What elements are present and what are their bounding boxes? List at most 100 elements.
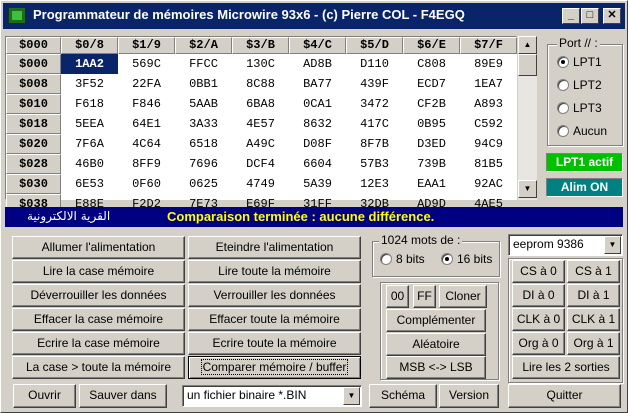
- write-cell-button[interactable]: Ecrire la case mémoire: [12, 332, 185, 355]
- word-size-radio-16-bits[interactable]: 16 bits: [441, 252, 492, 266]
- memory-cell[interactable]: 739B: [403, 154, 460, 174]
- random-button[interactable]: Aléatoire: [386, 333, 486, 356]
- memory-cell[interactable]: 8632: [289, 114, 346, 134]
- memory-cell[interactable]: 12E3: [346, 174, 403, 194]
- memory-cell[interactable]: 89E9: [460, 54, 517, 74]
- clone-button[interactable]: Cloner: [439, 285, 487, 308]
- close-button[interactable]: ✕: [603, 8, 621, 24]
- memory-cell[interactable]: ECD7: [403, 74, 460, 94]
- compare-buffer-button[interactable]: Comparer mémoire / buffer: [188, 356, 361, 379]
- memory-cell[interactable]: A893: [460, 94, 517, 114]
- port-radio-aucun[interactable]: Aucun: [557, 124, 607, 138]
- power-on-button[interactable]: Allumer l'alimentation: [12, 236, 185, 259]
- memory-cell[interactable]: A49C: [232, 134, 289, 154]
- scroll-up-icon[interactable]: ▲: [518, 36, 537, 54]
- write-all-button[interactable]: Ecrire toute la mémoire: [188, 332, 361, 355]
- memory-cell[interactable]: 5AAB: [175, 94, 232, 114]
- memory-cell[interactable]: 6BA8: [232, 94, 289, 114]
- memory-cell[interactable]: 92AC: [460, 174, 517, 194]
- memory-cell[interactable]: 6E53: [61, 174, 118, 194]
- pin-button[interactable]: CLK à 1: [567, 308, 620, 331]
- memory-cell[interactable]: 7F6A: [61, 134, 118, 154]
- memory-cell[interactable]: F846: [118, 94, 175, 114]
- word-size-radio-8-bits[interactable]: 8 bits: [380, 252, 425, 266]
- pin-button[interactable]: CS à 0: [512, 260, 565, 283]
- memory-cell[interactable]: 64E1: [118, 114, 175, 134]
- memory-cell[interactable]: D3ED: [403, 134, 460, 154]
- memory-cell[interactable]: D08F: [289, 134, 346, 154]
- memory-cell[interactable]: 0625: [175, 174, 232, 194]
- lock-data-button[interactable]: Verrouiller les données: [188, 284, 361, 307]
- memory-cell[interactable]: 46B0: [61, 154, 118, 174]
- memory-cell[interactable]: 1EA7: [460, 74, 517, 94]
- pin-button[interactable]: CS à 1: [567, 260, 620, 283]
- memory-cell[interactable]: 3A33: [175, 114, 232, 134]
- msb-lsb-button[interactable]: MSB <-> LSB: [386, 356, 486, 379]
- memory-cell[interactable]: 0B95: [403, 114, 460, 134]
- unlock-data-button[interactable]: Déverrouiller les données: [12, 284, 185, 307]
- version-button[interactable]: Version: [439, 384, 499, 408]
- power-off-button[interactable]: Eteindre l'alimentation: [188, 236, 361, 259]
- memory-cell[interactable]: F618: [61, 94, 118, 114]
- memory-cell[interactable]: 4C64: [118, 134, 175, 154]
- cell-to-all-button[interactable]: La case > toute la mémoire: [12, 356, 185, 379]
- save-in-button[interactable]: Sauver dans: [79, 384, 167, 408]
- memory-cell[interactable]: 1AA2: [61, 54, 118, 74]
- quit-button[interactable]: Quitter: [508, 384, 621, 408]
- memory-cell[interactable]: 57B3: [346, 154, 403, 174]
- pin-button[interactable]: DI à 1: [567, 284, 620, 307]
- schema-button[interactable]: Schéma: [369, 384, 437, 408]
- minimize-button[interactable]: _: [562, 8, 580, 24]
- memory-cell[interactable]: 8C88: [232, 74, 289, 94]
- file-type-select[interactable]: un fichier binaire *.BIN ▼: [182, 385, 362, 407]
- memory-grid[interactable]: $000 $0/8 $1/9 $2/A $3/B $4/C $5/D $6/E $7/F $000…: [5, 36, 517, 214]
- memory-cell[interactable]: 22FA: [118, 74, 175, 94]
- memory-cell[interactable]: 5EEA: [61, 114, 118, 134]
- complement-button[interactable]: Complémenter: [386, 309, 486, 332]
- port-radio-lpt3[interactable]: LPT3: [557, 101, 602, 115]
- scroll-thumb[interactable]: [518, 54, 537, 76]
- erase-all-button[interactable]: Effacer toute la mémoire: [188, 308, 361, 331]
- read-all-button[interactable]: Lire toute la mémoire: [188, 260, 361, 283]
- memory-cell[interactable]: C592: [460, 114, 517, 134]
- grid-scrollbar[interactable]: ▲ ▼: [518, 36, 537, 200]
- pin-button[interactable]: CLK à 0: [512, 308, 565, 331]
- open-button[interactable]: Ouvrir: [13, 384, 76, 408]
- memory-cell[interactable]: 0BB1: [175, 74, 232, 94]
- port-radio-lpt1[interactable]: LPT1: [557, 55, 602, 69]
- memory-cell[interactable]: D110: [346, 54, 403, 74]
- memory-cell[interactable]: 3F52: [61, 74, 118, 94]
- memory-cell[interactable]: 0F60: [118, 174, 175, 194]
- memory-cell[interactable]: 417C: [346, 114, 403, 134]
- maximize-button[interactable]: □: [581, 8, 599, 24]
- memory-cell[interactable]: 94C9: [460, 134, 517, 154]
- pin-button[interactable]: DI à 0: [512, 284, 565, 307]
- erase-cell-button[interactable]: Effacer la case mémoire: [12, 308, 185, 331]
- memory-cell[interactable]: 7696: [175, 154, 232, 174]
- pin-button[interactable]: Org à 1: [567, 332, 620, 355]
- memory-cell[interactable]: AD8B: [289, 54, 346, 74]
- memory-cell[interactable]: 6518: [175, 134, 232, 154]
- memory-cell[interactable]: 8FF9: [118, 154, 175, 174]
- memory-cell[interactable]: 81B5: [460, 154, 517, 174]
- memory-cell[interactable]: EAA1: [403, 174, 460, 194]
- memory-cell[interactable]: 130C: [232, 54, 289, 74]
- memory-cell[interactable]: FFCC: [175, 54, 232, 74]
- fill-00-button[interactable]: 00: [386, 285, 409, 308]
- memory-cell[interactable]: 439F: [346, 74, 403, 94]
- memory-cell[interactable]: DCF4: [232, 154, 289, 174]
- memory-cell[interactable]: 5A39: [289, 174, 346, 194]
- memory-cell[interactable]: CF2B: [403, 94, 460, 114]
- pin-button[interactable]: Org à 0: [512, 332, 565, 355]
- port-radio-lpt2[interactable]: LPT2: [557, 78, 602, 92]
- memory-cell[interactable]: 8F7B: [346, 134, 403, 154]
- fill-ff-button[interactable]: FF: [413, 285, 436, 308]
- memory-cell[interactable]: 569C: [118, 54, 175, 74]
- chevron-down-icon[interactable]: ▼: [343, 387, 360, 405]
- read-outputs-button[interactable]: Lire les 2 sorties: [512, 356, 620, 379]
- chip-select[interactable]: eeprom 9386 ▼: [508, 234, 623, 256]
- read-cell-button[interactable]: Lire la case mémoire: [12, 260, 185, 283]
- memory-cell[interactable]: 3472: [346, 94, 403, 114]
- memory-cell[interactable]: 4E57: [232, 114, 289, 134]
- scroll-down-icon[interactable]: ▼: [518, 180, 537, 198]
